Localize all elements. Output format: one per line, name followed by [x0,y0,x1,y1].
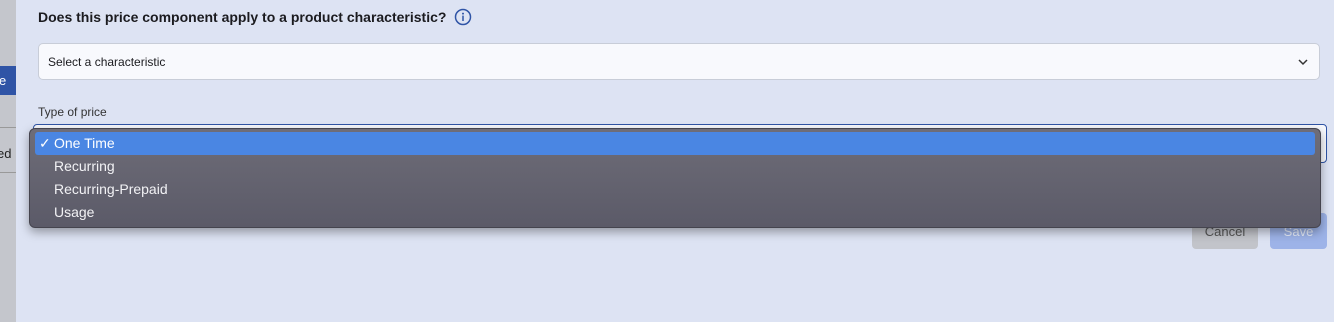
price-type-label: Type of price [38,105,107,119]
sidebar-divider [0,172,16,173]
sidebar-item-label[interactable]: ed [0,146,11,161]
dropdown-option-recurring[interactable]: Recurring [35,155,1315,178]
checkmark-icon: ✓ [39,135,51,151]
option-label: Usage [54,204,95,220]
characteristic-select[interactable]: Select a characteristic [38,43,1320,80]
option-label: Recurring-Prepaid [54,181,168,197]
sidebar: e ed [0,0,16,322]
dropdown-option-one-time[interactable]: ✓ One Time [35,132,1315,155]
dropdown-option-usage[interactable]: Usage [35,201,1315,224]
sidebar-divider [0,127,16,128]
chevron-down-icon [1298,59,1308,66]
dropdown-option-recurring-prepaid[interactable]: Recurring-Prepaid [35,178,1315,201]
option-label: One Time [54,135,115,151]
price-type-dropdown-menu: ✓ One Time Recurring Recurring-Prepaid U… [29,128,1321,228]
characteristic-select-value: Select a characteristic [48,55,166,69]
sidebar-active-item-label: e [0,73,7,88]
question-text: Does this price component apply to a pro… [38,9,447,25]
characteristic-question: Does this price component apply to a pro… [38,8,472,26]
info-icon[interactable] [454,8,472,26]
option-label: Recurring [54,158,115,174]
